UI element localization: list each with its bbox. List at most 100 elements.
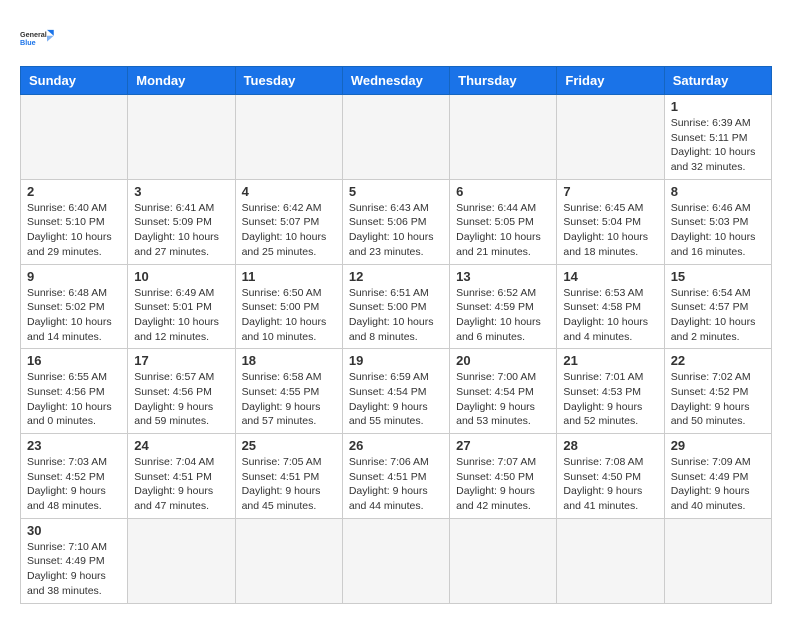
day-number: 23 — [27, 438, 121, 453]
weekday-header-monday: Monday — [128, 67, 235, 95]
day-number: 1 — [671, 99, 765, 114]
calendar-cell — [450, 518, 557, 603]
calendar-cell — [235, 518, 342, 603]
day-number: 14 — [563, 269, 657, 284]
day-number: 12 — [349, 269, 443, 284]
day-number: 13 — [456, 269, 550, 284]
svg-text:General: General — [20, 30, 47, 39]
day-info: Sunrise: 7:08 AM Sunset: 4:50 PM Dayligh… — [563, 455, 657, 514]
calendar-cell: 11 Sunrise: 6:50 AM Sunset: 5:00 PM Dayli… — [235, 264, 342, 349]
logo: GeneralBlue — [20, 20, 56, 56]
day-info: Sunrise: 6:43 AM Sunset: 5:06 PM Dayligh… — [349, 201, 443, 260]
day-info: Sunrise: 6:51 AM Sunset: 5:00 PM Dayligh… — [349, 286, 443, 345]
day-info: Sunrise: 6:45 AM Sunset: 5:04 PM Dayligh… — [563, 201, 657, 260]
day-number: 22 — [671, 353, 765, 368]
calendar-cell: 27 Sunrise: 7:07 AM Sunset: 4:50 PM Dayli… — [450, 434, 557, 519]
calendar-week-row: 30 Sunrise: 7:10 AM Sunset: 4:49 PM Dayli… — [21, 518, 772, 603]
weekday-header-thursday: Thursday — [450, 67, 557, 95]
day-info: Sunrise: 6:40 AM Sunset: 5:10 PM Dayligh… — [27, 201, 121, 260]
day-number: 6 — [456, 184, 550, 199]
calendar-cell: 2Sunrise: 6:40 AM Sunset: 5:10 PM Daylig… — [21, 179, 128, 264]
day-info: Sunrise: 6:59 AM Sunset: 4:54 PM Dayligh… — [349, 370, 443, 429]
day-number: 17 — [134, 353, 228, 368]
day-info: Sunrise: 7:05 AM Sunset: 4:51 PM Dayligh… — [242, 455, 336, 514]
day-number: 9 — [27, 269, 121, 284]
page-header: GeneralBlue — [20, 20, 772, 56]
calendar-cell: 19 Sunrise: 6:59 AM Sunset: 4:54 PM Dayli… — [342, 349, 449, 434]
calendar-cell: 5Sunrise: 6:43 AM Sunset: 5:06 PM Daylig… — [342, 179, 449, 264]
day-number: 27 — [456, 438, 550, 453]
calendar-cell: 1 Sunrise: 6:39 AM Sunset: 5:11 PM Daylig… — [664, 95, 771, 180]
calendar-cell: 29Sunrise: 7:09 AM Sunset: 4:49 PM Dayli… — [664, 434, 771, 519]
calendar-cell — [450, 95, 557, 180]
day-info: Sunrise: 6:42 AM Sunset: 5:07 PM Dayligh… — [242, 201, 336, 260]
day-info: Sunrise: 7:03 AM Sunset: 4:52 PM Dayligh… — [27, 455, 121, 514]
day-number: 25 — [242, 438, 336, 453]
day-number: 24 — [134, 438, 228, 453]
calendar-cell — [664, 518, 771, 603]
day-info: Sunrise: 6:52 AM Sunset: 4:59 PM Dayligh… — [456, 286, 550, 345]
day-info: Sunrise: 6:39 AM Sunset: 5:11 PM Dayligh… — [671, 116, 765, 175]
calendar-cell: 23 Sunrise: 7:03 AM Sunset: 4:52 PM Dayli… — [21, 434, 128, 519]
calendar-cell: 28 Sunrise: 7:08 AM Sunset: 4:50 PM Dayli… — [557, 434, 664, 519]
logo-icon: GeneralBlue — [20, 20, 56, 56]
day-info: Sunrise: 6:44 AM Sunset: 5:05 PM Dayligh… — [456, 201, 550, 260]
calendar-cell: 25 Sunrise: 7:05 AM Sunset: 4:51 PM Dayli… — [235, 434, 342, 519]
day-info: Sunrise: 7:09 AM Sunset: 4:49 PM Dayligh… — [671, 455, 765, 514]
calendar-week-row: 9Sunrise: 6:48 AM Sunset: 5:02 PM Daylig… — [21, 264, 772, 349]
day-number: 10 — [134, 269, 228, 284]
day-info: Sunrise: 6:55 AM Sunset: 4:56 PM Dayligh… — [27, 370, 121, 429]
day-info: Sunrise: 6:49 AM Sunset: 5:01 PM Dayligh… — [134, 286, 228, 345]
day-info: Sunrise: 7:07 AM Sunset: 4:50 PM Dayligh… — [456, 455, 550, 514]
calendar-cell: 26Sunrise: 7:06 AM Sunset: 4:51 PM Dayli… — [342, 434, 449, 519]
calendar-cell: 16Sunrise: 6:55 AM Sunset: 4:56 PM Dayli… — [21, 349, 128, 434]
day-info: Sunrise: 7:02 AM Sunset: 4:52 PM Dayligh… — [671, 370, 765, 429]
svg-text:Blue: Blue — [20, 38, 36, 47]
day-info: Sunrise: 7:01 AM Sunset: 4:53 PM Dayligh… — [563, 370, 657, 429]
calendar-cell: 8 Sunrise: 6:46 AM Sunset: 5:03 PM Daylig… — [664, 179, 771, 264]
weekday-header-row: SundayMondayTuesdayWednesdayThursdayFrid… — [21, 67, 772, 95]
calendar-cell — [557, 518, 664, 603]
calendar-week-row: 16Sunrise: 6:55 AM Sunset: 4:56 PM Dayli… — [21, 349, 772, 434]
day-info: Sunrise: 6:57 AM Sunset: 4:56 PM Dayligh… — [134, 370, 228, 429]
calendar-week-row: 1 Sunrise: 6:39 AM Sunset: 5:11 PM Daylig… — [21, 95, 772, 180]
calendar-cell — [128, 95, 235, 180]
day-number: 11 — [242, 269, 336, 284]
day-number: 30 — [27, 523, 121, 538]
day-info: Sunrise: 6:54 AM Sunset: 4:57 PM Dayligh… — [671, 286, 765, 345]
weekday-header-saturday: Saturday — [664, 67, 771, 95]
calendar-cell: 6 Sunrise: 6:44 AM Sunset: 5:05 PM Daylig… — [450, 179, 557, 264]
calendar-cell — [342, 518, 449, 603]
calendar-table: SundayMondayTuesdayWednesdayThursdayFrid… — [20, 66, 772, 604]
day-number: 26 — [349, 438, 443, 453]
weekday-header-sunday: Sunday — [21, 67, 128, 95]
calendar-cell: 24 Sunrise: 7:04 AM Sunset: 4:51 PM Dayli… — [128, 434, 235, 519]
calendar-cell — [342, 95, 449, 180]
calendar-week-row: 2Sunrise: 6:40 AM Sunset: 5:10 PM Daylig… — [21, 179, 772, 264]
day-number: 7 — [563, 184, 657, 199]
day-info: Sunrise: 6:46 AM Sunset: 5:03 PM Dayligh… — [671, 201, 765, 260]
calendar-cell — [235, 95, 342, 180]
weekday-header-wednesday: Wednesday — [342, 67, 449, 95]
day-info: Sunrise: 7:00 AM Sunset: 4:54 PM Dayligh… — [456, 370, 550, 429]
day-number: 4 — [242, 184, 336, 199]
day-info: Sunrise: 6:50 AM Sunset: 5:00 PM Dayligh… — [242, 286, 336, 345]
calendar-cell: 17 Sunrise: 6:57 AM Sunset: 4:56 PM Dayli… — [128, 349, 235, 434]
day-number: 8 — [671, 184, 765, 199]
calendar-cell: 10 Sunrise: 6:49 AM Sunset: 5:01 PM Dayli… — [128, 264, 235, 349]
day-info: Sunrise: 7:04 AM Sunset: 4:51 PM Dayligh… — [134, 455, 228, 514]
day-number: 19 — [349, 353, 443, 368]
calendar-cell: 3Sunrise: 6:41 AM Sunset: 5:09 PM Daylig… — [128, 179, 235, 264]
day-number: 18 — [242, 353, 336, 368]
weekday-header-tuesday: Tuesday — [235, 67, 342, 95]
day-info: Sunrise: 7:10 AM Sunset: 4:49 PM Dayligh… — [27, 540, 121, 599]
calendar-cell: 30 Sunrise: 7:10 AM Sunset: 4:49 PM Dayli… — [21, 518, 128, 603]
calendar-cell: 15Sunrise: 6:54 AM Sunset: 4:57 PM Dayli… — [664, 264, 771, 349]
calendar-cell: 18Sunrise: 6:58 AM Sunset: 4:55 PM Dayli… — [235, 349, 342, 434]
calendar-cell: 22 Sunrise: 7:02 AM Sunset: 4:52 PM Dayli… — [664, 349, 771, 434]
calendar-cell — [128, 518, 235, 603]
day-number: 20 — [456, 353, 550, 368]
day-number: 28 — [563, 438, 657, 453]
calendar-cell: 13 Sunrise: 6:52 AM Sunset: 4:59 PM Dayli… — [450, 264, 557, 349]
weekday-header-friday: Friday — [557, 67, 664, 95]
